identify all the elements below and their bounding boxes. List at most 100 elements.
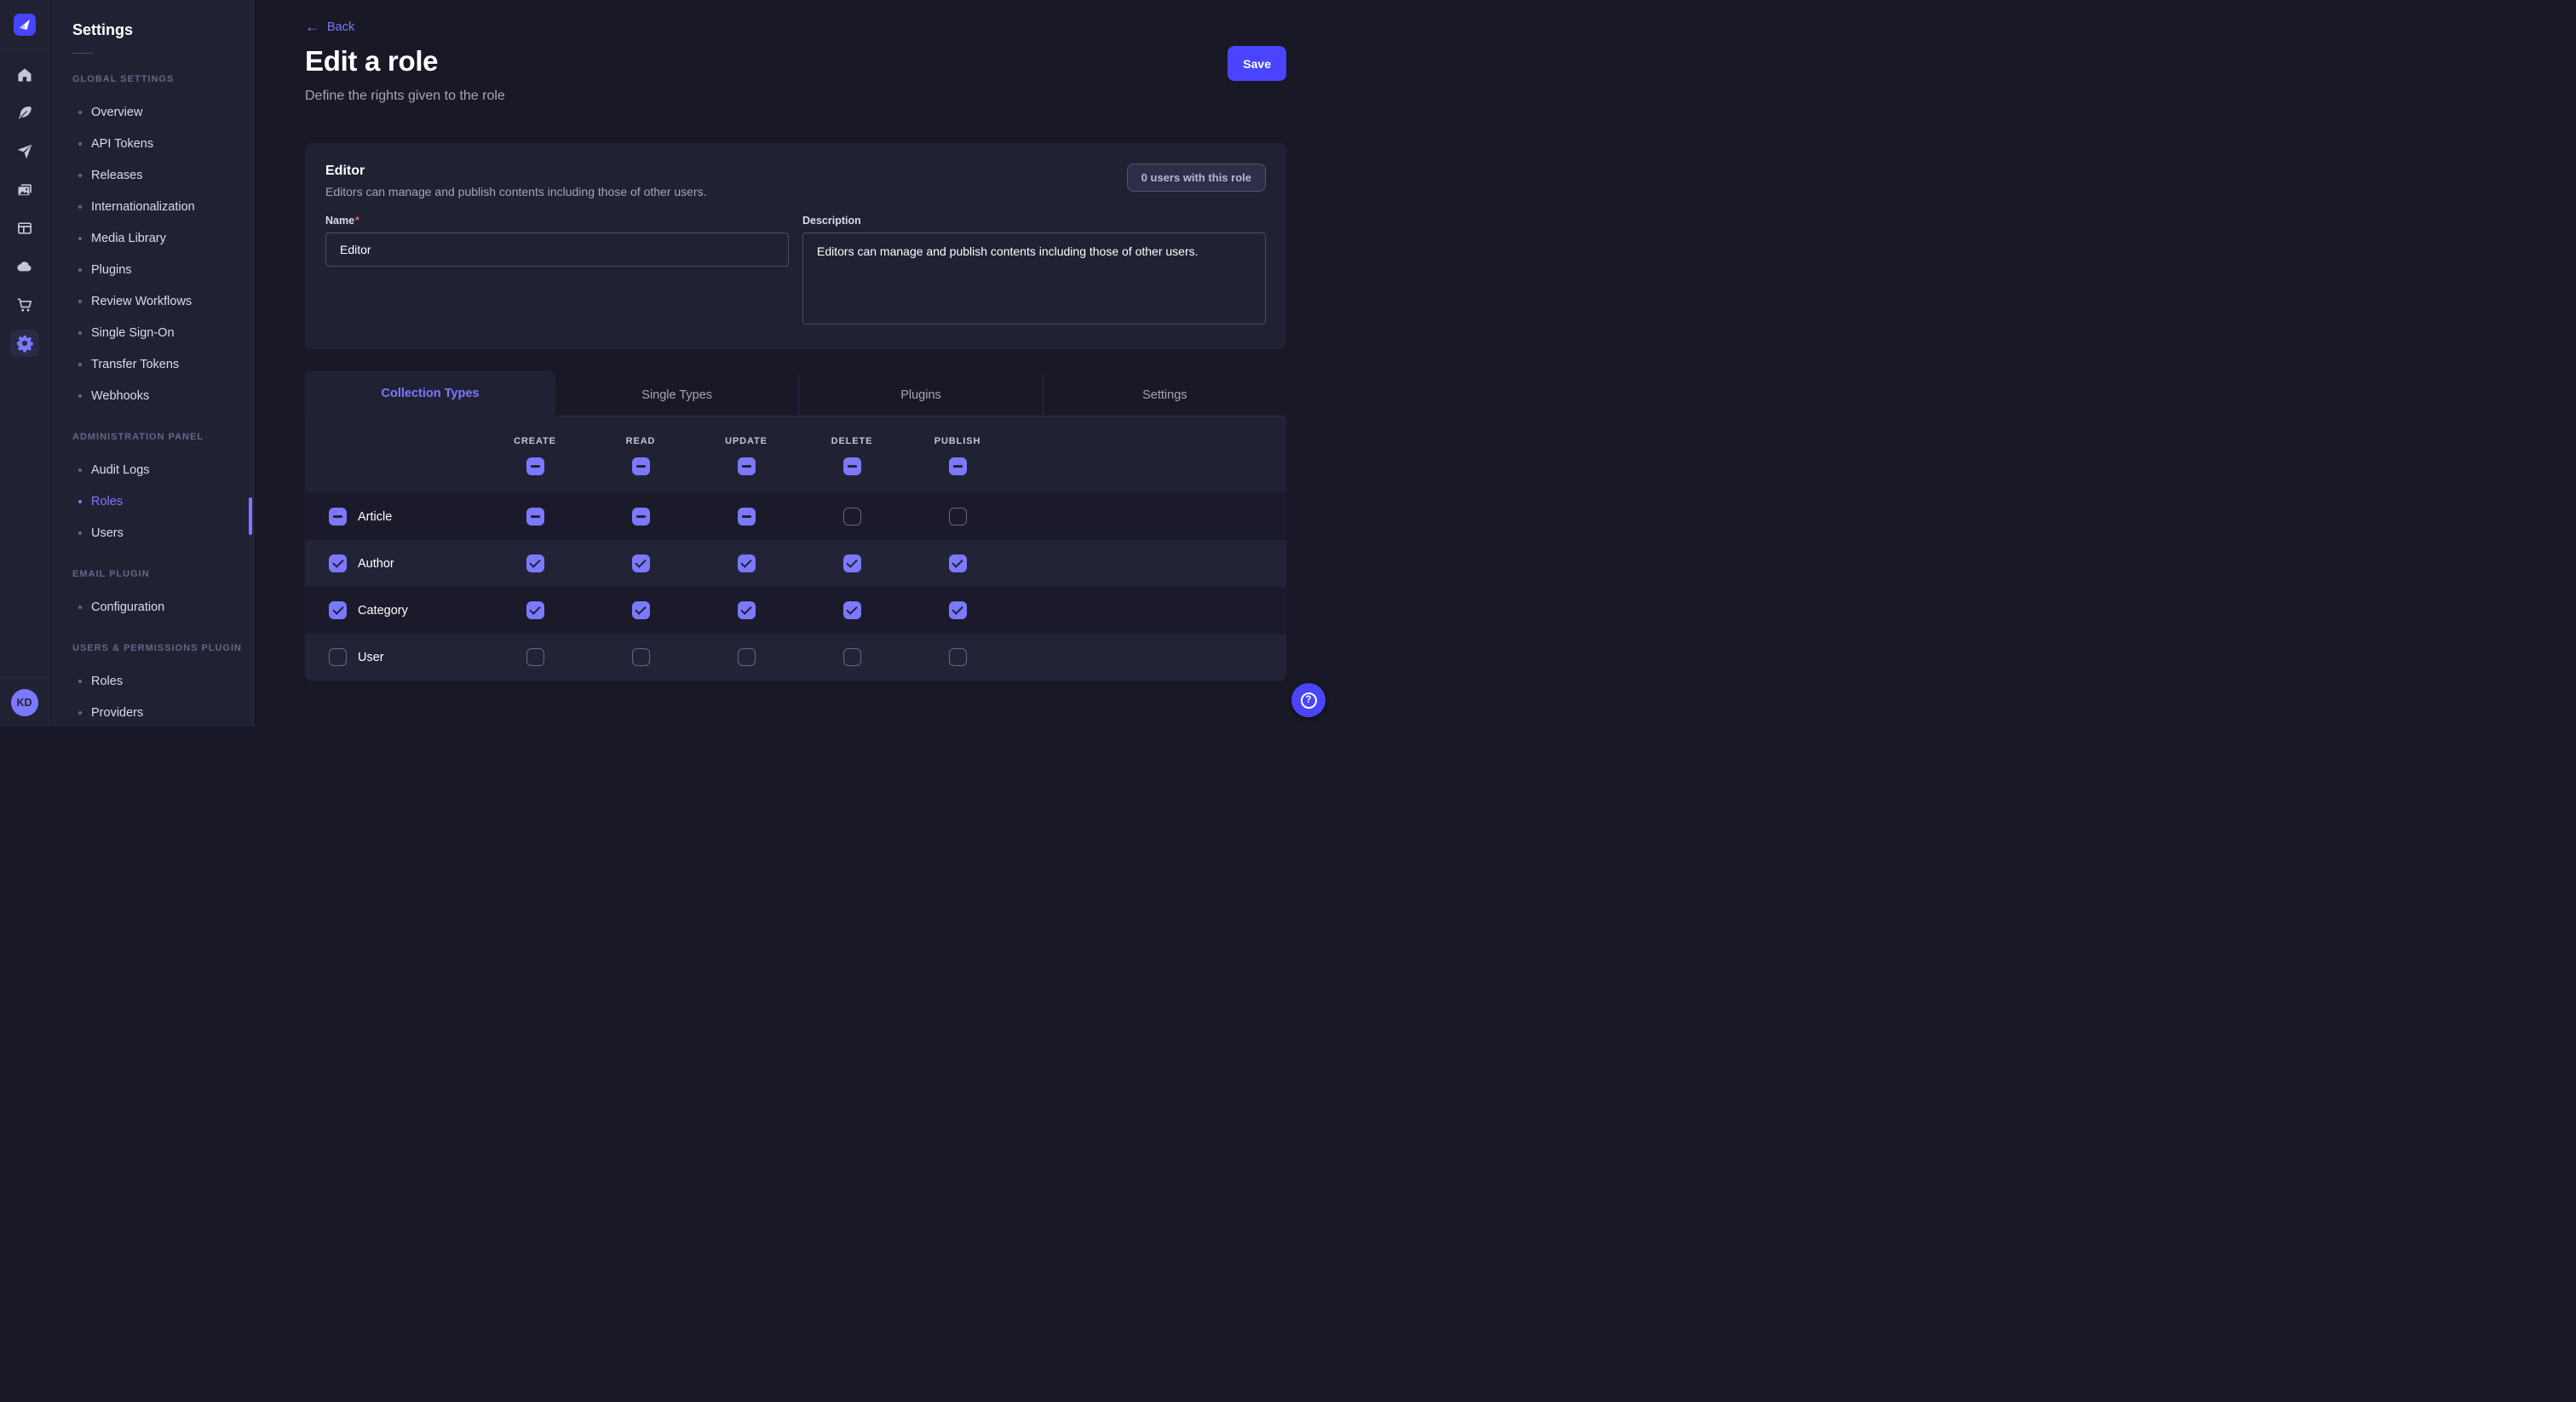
user-delete-checkbox[interactable]: [843, 648, 861, 666]
category-row-checkbox[interactable]: [329, 601, 347, 619]
help-button[interactable]: ?: [1291, 683, 1325, 717]
main-nav-rail: KD: [0, 0, 49, 727]
subnav-item-single-sign-on[interactable]: Single Sign-On: [50, 317, 253, 348]
subnav-item-review-workflows[interactable]: Review Workflows: [50, 285, 253, 317]
author-update-checkbox[interactable]: [738, 554, 756, 572]
cell-author-update: [693, 554, 799, 572]
user-publish-checkbox[interactable]: [949, 648, 967, 666]
page-header: Edit a role Save: [305, 45, 1286, 81]
author-read-checkbox[interactable]: [632, 554, 650, 572]
column-label: DELETE: [831, 436, 873, 446]
save-button[interactable]: Save: [1228, 46, 1286, 81]
cell-article-delete: [799, 508, 905, 526]
content-type-builder-icon[interactable]: [10, 215, 39, 242]
home-icon[interactable]: [10, 61, 39, 89]
select-all-create-checkbox[interactable]: [526, 457, 544, 475]
back-label: Back: [327, 20, 354, 34]
subnav-item-providers[interactable]: Providers: [50, 697, 253, 727]
bullet-icon: [78, 300, 82, 303]
page-title: Edit a role: [305, 45, 438, 78]
media-library-icon[interactable]: [10, 176, 39, 204]
cell-category-delete: [799, 601, 905, 619]
bullet-icon: [78, 205, 82, 209]
select-all-delete-checkbox[interactable]: [843, 457, 861, 475]
article-row-checkbox[interactable]: [329, 508, 347, 526]
name-input[interactable]: [325, 233, 789, 267]
subnav-item-configuration[interactable]: Configuration: [50, 591, 253, 623]
cell-article-update: [693, 508, 799, 526]
subnav-title: Settings: [50, 21, 253, 39]
subnav-item-label: Overview: [91, 106, 142, 119]
cell-user-delete: [799, 648, 905, 666]
subnav-item-label: Releases: [91, 169, 142, 182]
article-create-checkbox[interactable]: [526, 508, 544, 526]
header-column-read: READ: [588, 417, 693, 493]
user-read-checkbox[interactable]: [632, 648, 650, 666]
subnav-item-audit-logs[interactable]: Audit Logs: [50, 454, 253, 486]
subnav-item-roles[interactable]: Roles: [50, 486, 253, 517]
author-delete-checkbox[interactable]: [843, 554, 861, 572]
article-publish-checkbox[interactable]: [949, 508, 967, 526]
paper-plane-icon[interactable]: [10, 138, 39, 165]
subnav-item-users[interactable]: Users: [50, 517, 253, 549]
select-all-publish-checkbox[interactable]: [949, 457, 967, 475]
subnav-item-label: Configuration: [91, 600, 164, 614]
tab-settings[interactable]: Settings: [1043, 375, 1286, 417]
subnav-item-api-tokens[interactable]: API Tokens: [50, 128, 253, 159]
subnav-item-webhooks[interactable]: Webhooks: [50, 380, 253, 411]
user-row-checkbox[interactable]: [329, 648, 347, 666]
tab-collection-types[interactable]: Collection Types: [305, 371, 555, 417]
cloud-icon[interactable]: [10, 253, 39, 280]
subnav-item-label: Roles: [91, 495, 123, 509]
user-create-checkbox[interactable]: [526, 648, 544, 666]
article-update-checkbox[interactable]: [738, 508, 756, 526]
strapi-logo-icon[interactable]: [14, 14, 36, 36]
category-create-checkbox[interactable]: [526, 601, 544, 619]
subnav-item-releases[interactable]: Releases: [50, 159, 253, 191]
settings-gear-icon[interactable]: [10, 330, 39, 357]
back-link[interactable]: ← Back: [305, 20, 354, 34]
subnav-item-media-library[interactable]: Media Library: [50, 222, 253, 254]
main-content: ← Back Edit a role Save Define the right…: [255, 0, 1336, 727]
marketplace-cart-icon[interactable]: [10, 291, 39, 319]
row-name-cell: Category: [305, 601, 482, 619]
feather-icon[interactable]: [10, 100, 39, 127]
permission-row-user: User: [305, 634, 1286, 681]
select-all-update-checkbox[interactable]: [738, 457, 756, 475]
subnav-item-roles[interactable]: Roles: [50, 665, 253, 697]
subnav-item-overview[interactable]: Overview: [50, 96, 253, 128]
cell-user-publish: [905, 648, 1010, 666]
subnav-item-transfer-tokens[interactable]: Transfer Tokens: [50, 348, 253, 380]
subnav-section-header: GLOBAL SETTINGS: [50, 74, 253, 84]
logo-section: [0, 0, 49, 50]
subnav-scrollbar-thumb[interactable]: [249, 497, 252, 535]
subnav-item-label: Webhooks: [91, 389, 149, 403]
subnav-item-label: Providers: [91, 706, 143, 720]
bullet-icon: [78, 680, 82, 683]
subnav-item-label: Internationalization: [91, 200, 195, 214]
author-create-checkbox[interactable]: [526, 554, 544, 572]
description-textarea[interactable]: Editors can manage and publish contents …: [802, 233, 1266, 325]
author-row-checkbox[interactable]: [329, 554, 347, 572]
category-delete-checkbox[interactable]: [843, 601, 861, 619]
subnav-item-plugins[interactable]: Plugins: [50, 254, 253, 285]
category-publish-checkbox[interactable]: [949, 601, 967, 619]
tab-plugins[interactable]: Plugins: [798, 375, 1042, 417]
avatar[interactable]: KD: [11, 689, 38, 716]
category-update-checkbox[interactable]: [738, 601, 756, 619]
cell-author-publish: [905, 554, 1010, 572]
bullet-icon: [78, 711, 82, 715]
select-all-read-checkbox[interactable]: [632, 457, 650, 475]
article-read-checkbox[interactable]: [632, 508, 650, 526]
category-read-checkbox[interactable]: [632, 601, 650, 619]
bullet-icon: [78, 142, 82, 146]
subnav-item-internationalization[interactable]: Internationalization: [50, 191, 253, 222]
author-publish-checkbox[interactable]: [949, 554, 967, 572]
user-update-checkbox[interactable]: [738, 648, 756, 666]
bullet-icon: [78, 331, 82, 335]
tab-single-types[interactable]: Single Types: [555, 375, 798, 417]
subnav-item-label: Single Sign-On: [91, 326, 175, 340]
article-delete-checkbox[interactable]: [843, 508, 861, 526]
permission-row-article: Article: [305, 493, 1286, 540]
bullet-icon: [78, 394, 82, 398]
